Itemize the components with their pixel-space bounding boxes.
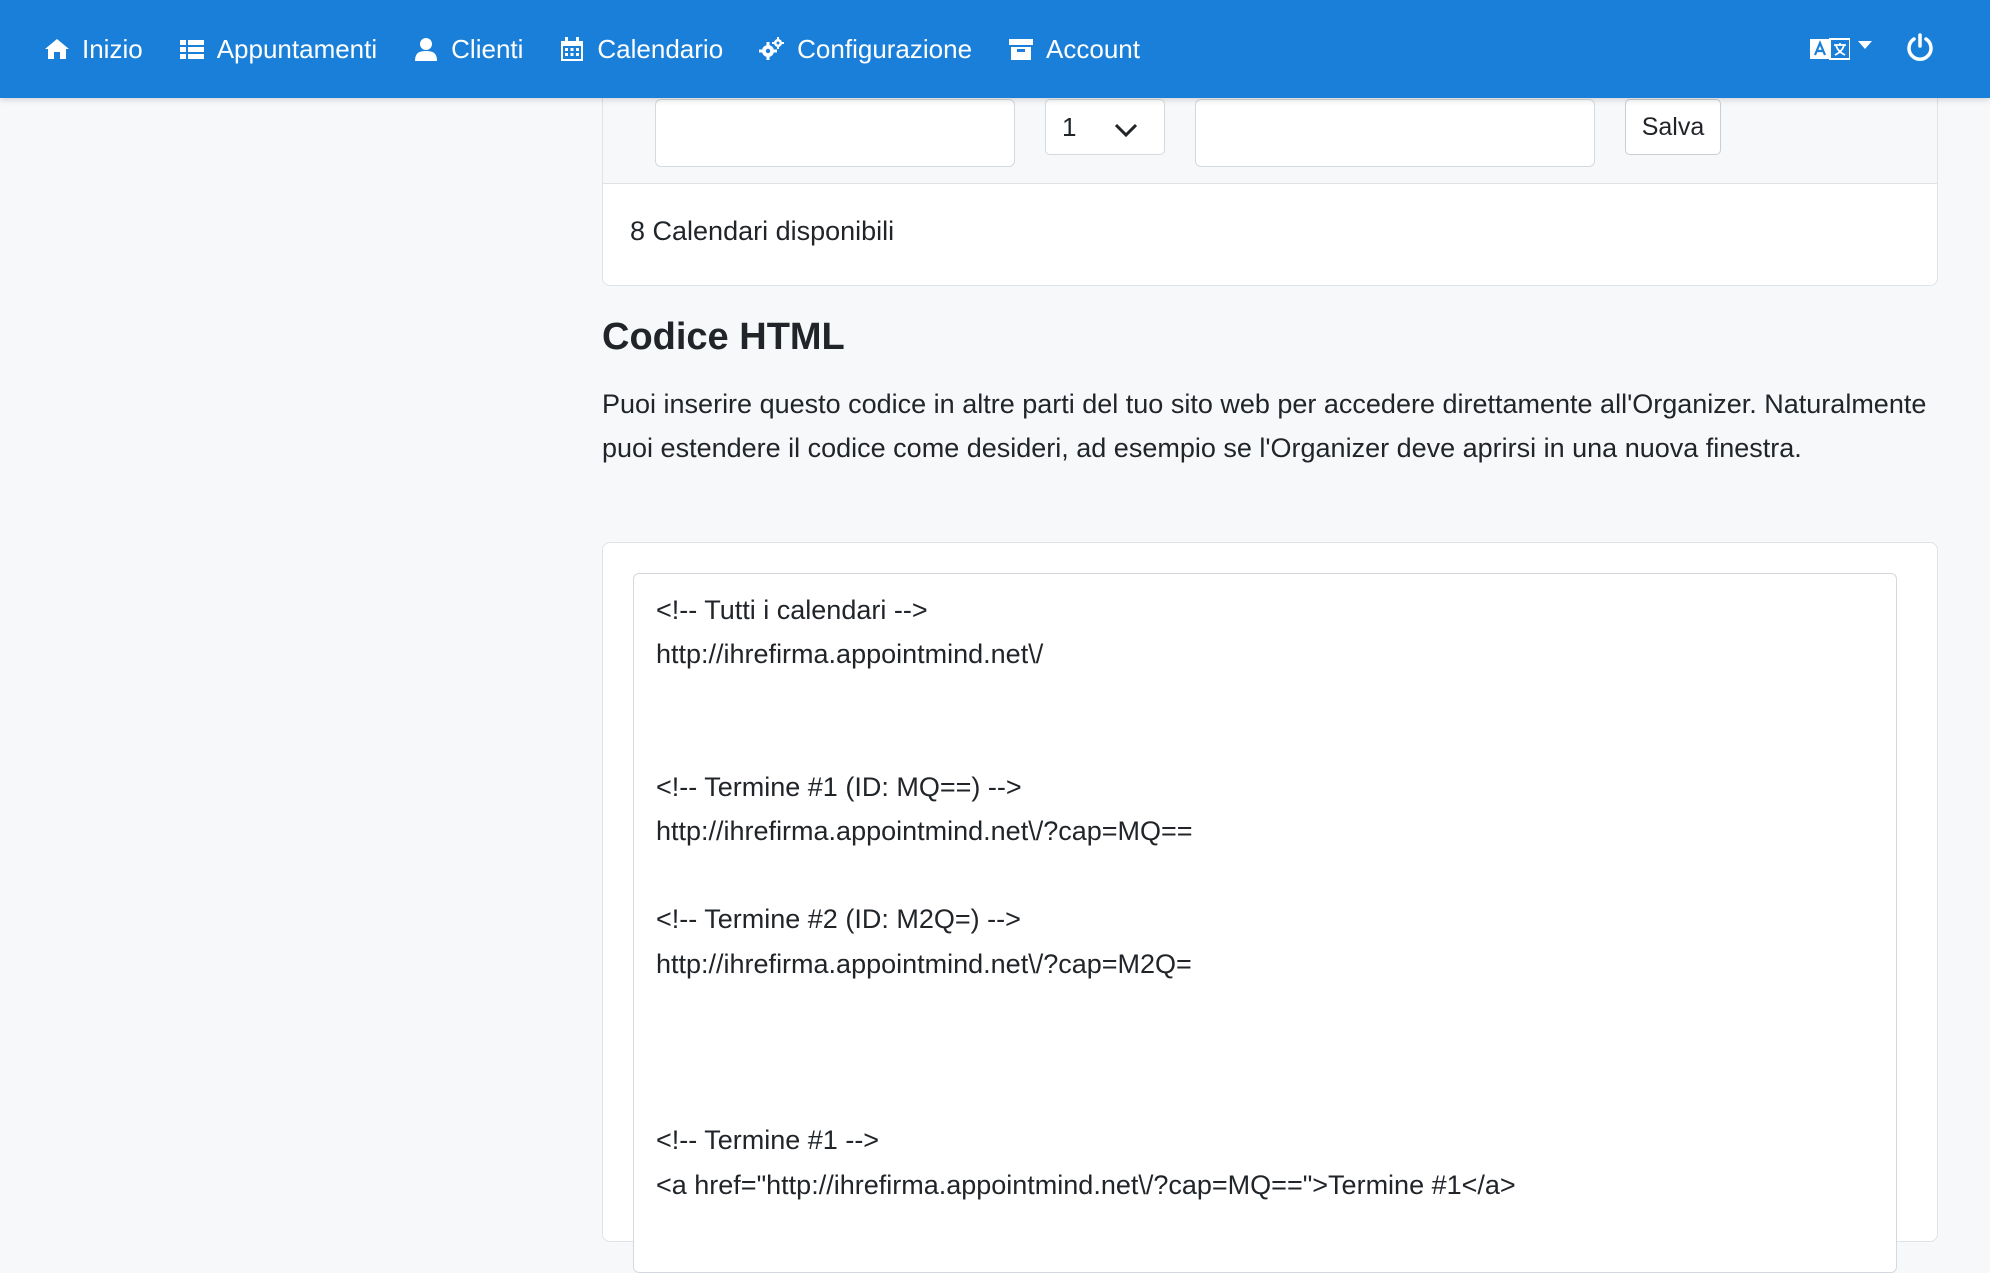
nav-item-clienti[interactable]: Clienti <box>413 34 523 65</box>
chevron-down-icon <box>1114 123 1138 138</box>
nav-item-label: Appuntamenti <box>216 33 378 64</box>
cogs-icon <box>759 37 785 60</box>
nav-item-label: Inizio <box>82 33 143 64</box>
select-value: 1 <box>1062 111 1077 142</box>
section-description: Puoi inserire questo codice in altre par… <box>602 389 1927 463</box>
nav-item-configurazione[interactable]: Configurazione <box>759 34 972 65</box>
calendars-available-text: 8 Calendari disponibili <box>630 216 895 246</box>
nav-item-calendario[interactable]: Calendario <box>559 34 723 65</box>
home-icon <box>45 39 69 59</box>
nav-menu: Inizio Appuntamenti Clienti Calendario C… <box>44 0 1176 98</box>
language-dropdown[interactable] <box>1810 36 1872 62</box>
nav-right <box>1810 0 1934 98</box>
nav-item-label: Calendario <box>597 33 724 64</box>
html-code-card: <!-- Tutti i calendari --> http://ihrefi… <box>602 542 1938 1273</box>
language-icon <box>1810 38 1850 60</box>
top-navbar: Inizio Appuntamenti Clienti Calendario C… <box>0 0 1990 98</box>
calendar-icon <box>561 37 584 61</box>
html-code-textarea[interactable]: <!-- Tutti i calendari --> http://ihrefi… <box>633 573 1897 1273</box>
chevron-down-icon <box>1858 41 1872 49</box>
calendar-id-input[interactable] <box>1195 99 1595 167</box>
nav-item-label: Account <box>1046 33 1140 64</box>
nav-item-appuntamenti[interactable]: Appuntamenti <box>179 34 377 65</box>
nav-item-label: Configurazione <box>797 33 973 64</box>
save-button[interactable]: Salva <box>1625 99 1721 155</box>
user-icon <box>415 38 438 61</box>
nav-item-label: Clienti <box>451 33 524 64</box>
section-title: Codice HTML <box>602 316 845 358</box>
archive-icon <box>1009 39 1034 60</box>
nav-item-inizio[interactable]: Inizio <box>44 34 143 65</box>
nav-item-account[interactable]: Account <box>1008 34 1140 65</box>
calendar-name-input[interactable] <box>655 99 1015 167</box>
logout-button[interactable] <box>1906 32 1934 66</box>
power-icon <box>1907 32 1933 61</box>
list-icon <box>179 40 204 59</box>
calendar-number-select[interactable]: 1 <box>1045 99 1165 155</box>
